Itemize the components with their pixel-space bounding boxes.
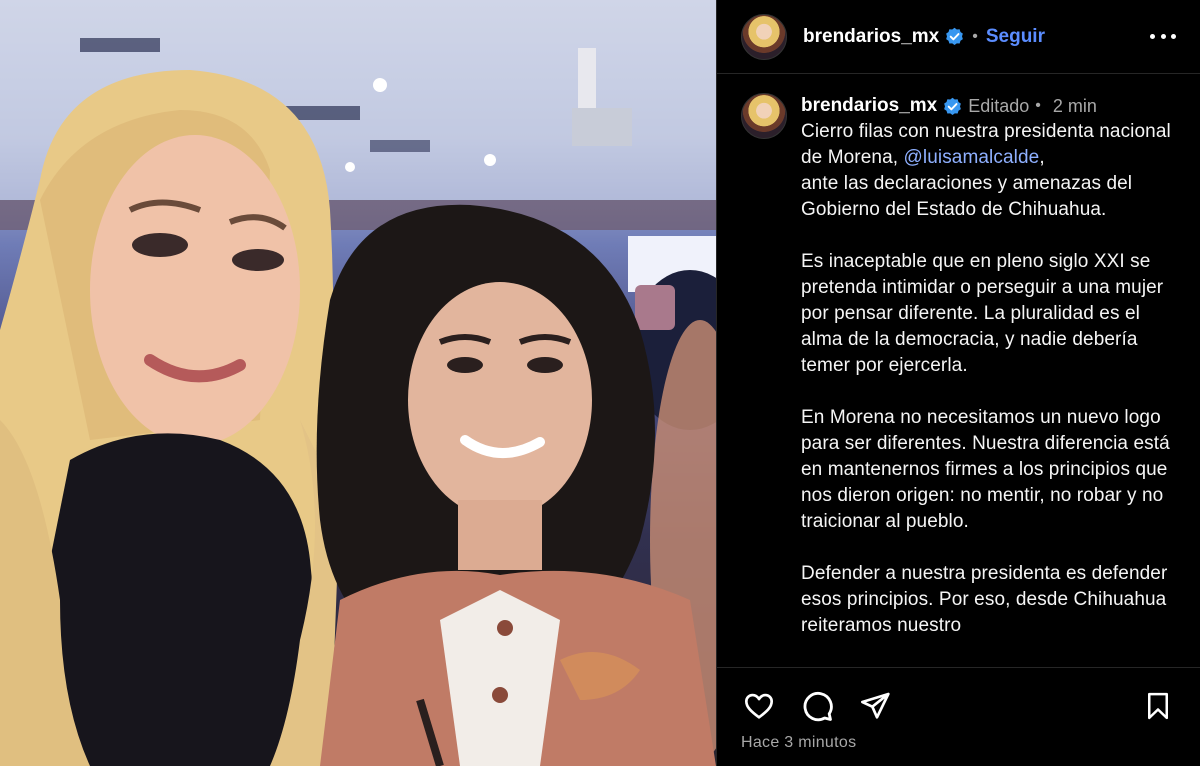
follow-button[interactable]: Seguir [986, 26, 1045, 48]
comment-icon[interactable] [799, 688, 835, 724]
caption-separator: • [1035, 97, 1041, 114]
caption-section: brendarios_mx Editado • 2 min Cierro fil… [717, 75, 1200, 667]
header-separator: • [972, 27, 978, 45]
caption-username[interactable]: brendarios_mx [801, 95, 937, 117]
author-avatar[interactable] [741, 13, 787, 60]
verified-badge-icon [946, 27, 964, 46]
photo-illustration [0, 0, 716, 766]
action-icons-row [741, 688, 1176, 724]
caption-body: brendarios_mx Editado • 2 min Cierro fil… [801, 93, 1184, 667]
post-photo[interactable] [0, 0, 716, 766]
heart-icon[interactable] [741, 688, 777, 724]
bookmark-icon[interactable] [1140, 688, 1176, 724]
edited-label: Editado [968, 95, 1030, 116]
post-actions: Hace 3 minutos [717, 667, 1200, 766]
caption-text: Cierro filas con nuestra presidenta naci… [801, 119, 1184, 639]
more-options-icon[interactable] [1150, 27, 1176, 47]
caption-text-rest: , ante las declaraciones y amenazas del … [801, 147, 1170, 636]
instagram-post: brendarios_mx • Seguir brendarios_mx Edi… [0, 0, 1200, 766]
post-sidebar: brendarios_mx • Seguir brendarios_mx Edi… [716, 0, 1200, 766]
mention-link[interactable]: @luisamalcalde [904, 147, 1040, 168]
post-timestamp: Hace 3 minutos [741, 734, 857, 751]
author-username[interactable]: brendarios_mx [803, 26, 939, 48]
caption-avatar[interactable] [741, 93, 787, 139]
post-header: brendarios_mx • Seguir [717, 0, 1200, 74]
post-time-ago[interactable]: 2 min [1053, 96, 1097, 117]
caption-header: brendarios_mx Editado • 2 min [801, 93, 1184, 119]
verified-badge-icon [944, 97, 962, 115]
share-icon[interactable] [857, 688, 893, 724]
